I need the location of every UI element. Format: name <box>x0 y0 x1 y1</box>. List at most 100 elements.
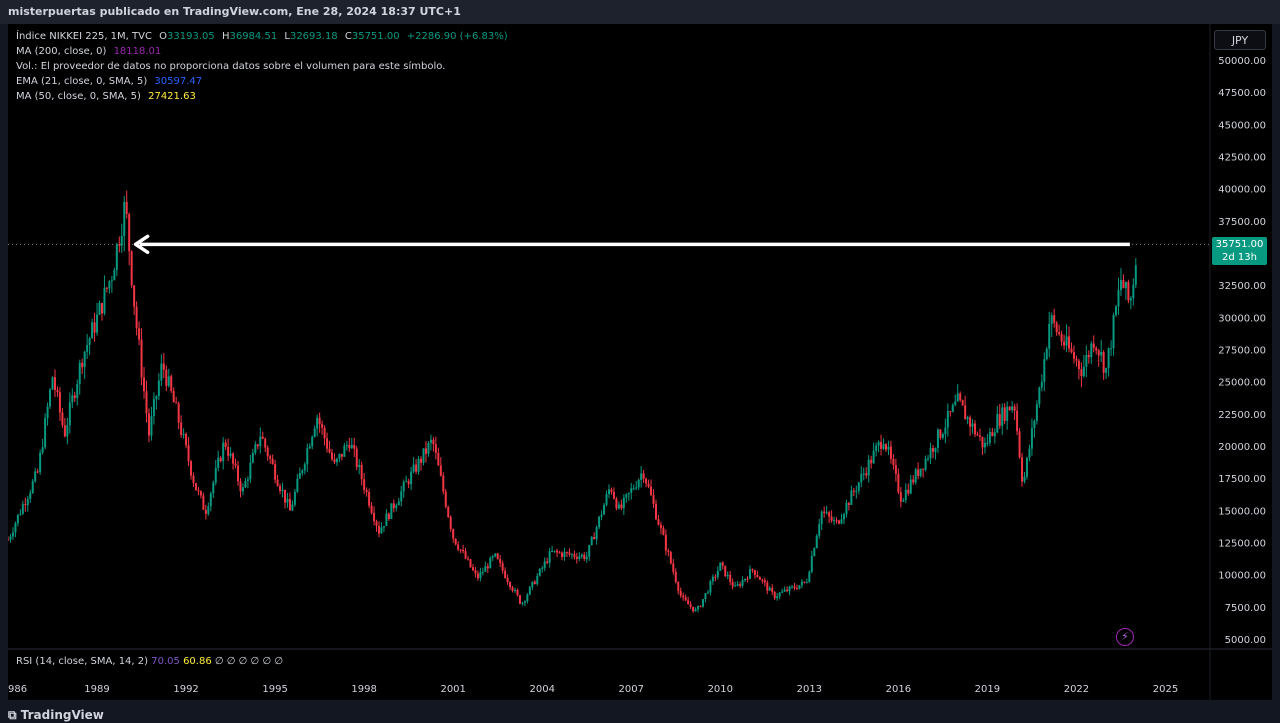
candle-body <box>504 570 507 579</box>
candle-body <box>516 589 519 596</box>
candle-body <box>659 524 662 529</box>
candle-body <box>1055 322 1058 333</box>
candle-body <box>100 303 103 314</box>
x-tick-label: 1992 <box>173 684 198 695</box>
x-tick-label: 2019 <box>975 684 1000 695</box>
candle-body <box>1048 323 1051 349</box>
candle-body <box>113 270 116 281</box>
candle-body <box>1058 332 1061 335</box>
candle-body <box>234 463 237 466</box>
currency-button[interactable]: JPY <box>1214 30 1266 50</box>
candle-body <box>217 457 220 468</box>
candle-body <box>548 551 551 563</box>
ema-value: 30597.47 <box>154 76 203 87</box>
y-tick-label: 5000.00 <box>1225 635 1266 646</box>
candle-body <box>155 395 158 400</box>
y-tick-label: 40000.00 <box>1218 185 1266 196</box>
candle-body <box>546 561 549 563</box>
candle-body <box>870 459 873 464</box>
publish-header: misterpuertas publicado en TradingView.c… <box>0 0 1280 24</box>
candle-body <box>729 574 732 582</box>
lightning-icon[interactable]: ⚡ <box>1116 628 1134 646</box>
candle-body <box>771 587 774 592</box>
candle-body <box>219 457 222 462</box>
candle-body <box>981 436 984 448</box>
candle-body <box>1077 360 1080 370</box>
candle-body <box>608 489 610 495</box>
candle-body <box>1053 315 1056 323</box>
chart-area[interactable]: 5000.00 7500.00 10000.00 12500.00 15000.00 17… <box>8 24 1272 700</box>
candle-body <box>1016 410 1019 432</box>
time-axis[interactable]: 986 1989 1992 1995 1998 2001 2004 2007 2010 2013 2… <box>8 684 1178 695</box>
candle-body <box>343 445 346 457</box>
candle-body <box>934 448 937 452</box>
candle-body <box>704 593 707 600</box>
candle-body <box>454 538 457 545</box>
candle-body <box>313 428 316 437</box>
price-chart[interactable]: 5000.00 7500.00 10000.00 12500.00 15000.00 17… <box>8 24 1272 700</box>
candle-body <box>783 589 786 592</box>
candle-body <box>845 503 848 515</box>
candle-body <box>986 442 989 444</box>
candle-body <box>1028 448 1031 458</box>
candle-body <box>464 551 467 559</box>
candle-body <box>882 444 885 449</box>
candle-body <box>264 438 267 448</box>
candle-body <box>739 584 742 586</box>
x-tick-label: 2016 <box>886 684 911 695</box>
candle-body <box>526 594 529 602</box>
candle-body <box>135 306 138 329</box>
candle-body <box>380 527 383 534</box>
candle-body <box>716 570 719 577</box>
candle-body <box>1080 369 1083 377</box>
arrow-annotation[interactable] <box>133 234 1130 255</box>
candle-body <box>108 281 111 289</box>
ma200-label: MA (200, close, 0) <box>16 46 107 57</box>
candle-body <box>833 520 836 522</box>
candle-body <box>274 464 277 480</box>
price-axis[interactable]: 5000.00 7500.00 10000.00 12500.00 15000.00 17… <box>1218 56 1266 646</box>
candle-body <box>1011 406 1014 411</box>
candle-body <box>598 516 601 528</box>
candle-body <box>996 414 999 433</box>
candle-body <box>617 504 620 509</box>
candle-body <box>476 573 479 579</box>
y-tick-label: 12500.00 <box>1218 539 1266 550</box>
candle-body <box>667 550 670 553</box>
candle-body <box>162 363 165 370</box>
candle-body <box>333 459 336 463</box>
candle-body <box>355 448 358 468</box>
candle-body <box>358 464 361 468</box>
candle-body <box>417 458 420 472</box>
candle-body <box>328 448 331 453</box>
candle-body <box>662 528 665 535</box>
y-tick-label: 45000.00 <box>1218 120 1266 131</box>
candle-body <box>509 582 512 588</box>
candle-body <box>73 395 76 399</box>
candle-body <box>237 465 240 482</box>
candle-body <box>452 529 455 539</box>
candle-body <box>664 534 667 551</box>
candle-body <box>852 490 855 492</box>
candle-body <box>961 400 964 406</box>
ema-label: EMA (21, close, 0, SMA, 5) <box>16 76 148 87</box>
candle-body <box>197 490 200 492</box>
candle-body <box>553 550 556 552</box>
candle-body <box>56 389 59 393</box>
candle-body <box>276 479 279 486</box>
candle-body <box>1085 355 1088 367</box>
candle-body <box>335 458 338 463</box>
candle-body <box>1112 315 1115 349</box>
candle-body <box>1100 351 1103 356</box>
candle-body <box>49 389 52 407</box>
candle-body <box>150 416 153 436</box>
candle-body <box>672 563 675 572</box>
y-tick-label: 37500.00 <box>1218 217 1266 228</box>
candle-body <box>125 201 128 214</box>
candle-body <box>580 554 583 557</box>
candle-body <box>533 581 536 585</box>
candle-body <box>1023 476 1026 482</box>
x-tick-label: 1995 <box>262 684 287 695</box>
candle-body <box>1060 334 1063 342</box>
candle-body <box>340 453 343 457</box>
